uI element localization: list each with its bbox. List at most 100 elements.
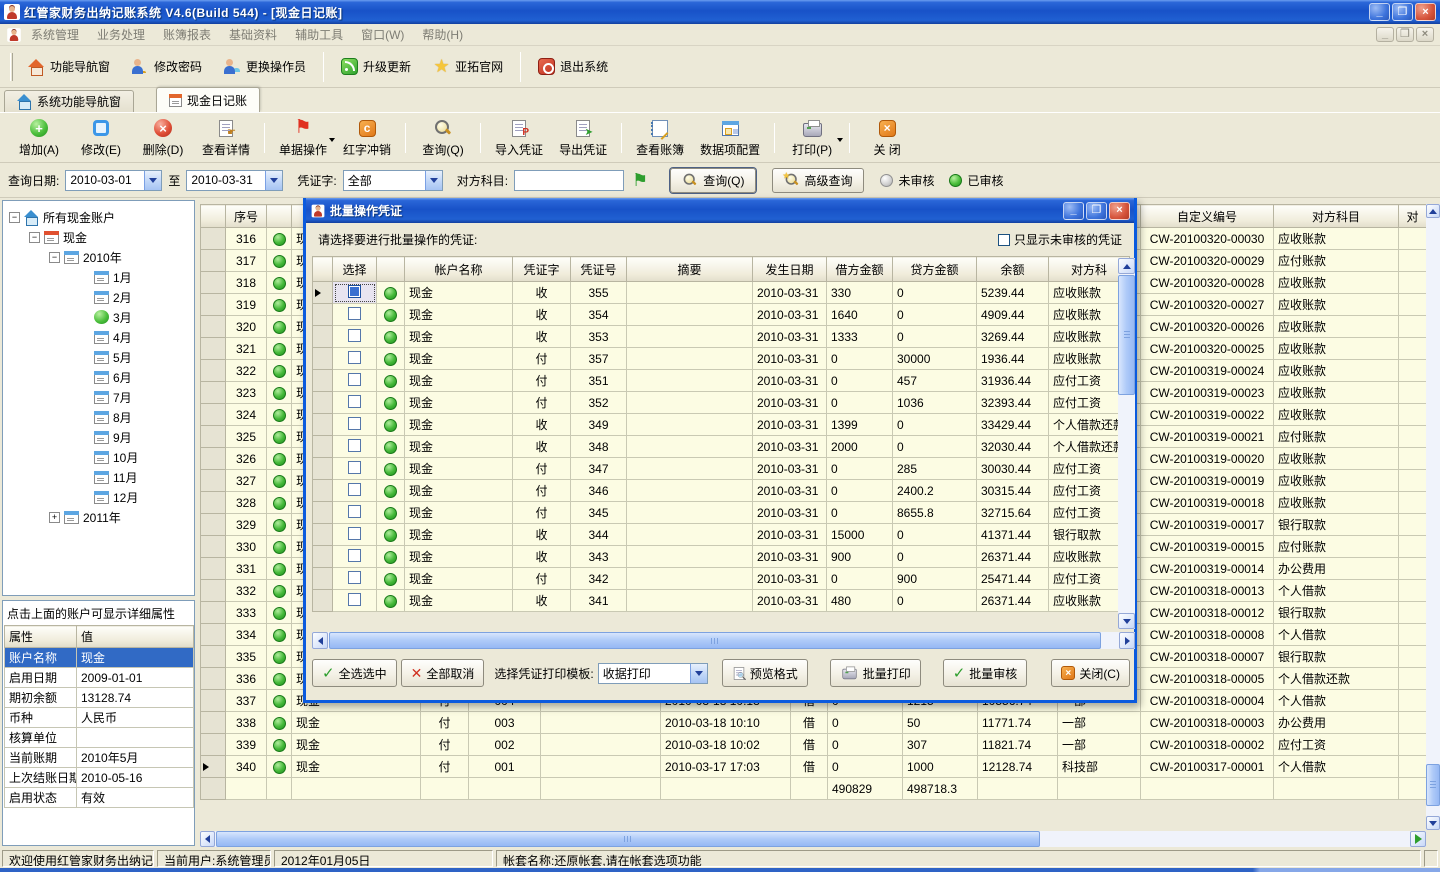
row-checkbox[interactable] [348,373,361,386]
hscroll-thumb[interactable] [216,831,1040,847]
deselect-all-button[interactable]: ✕ 全部取消 [401,659,485,687]
row-checkbox[interactable] [348,329,361,342]
mdi-minimize-button[interactable]: _ [1376,27,1394,42]
date-from-select[interactable]: 2010-03-01 [65,170,162,191]
row-checkbox[interactable] [348,571,361,584]
chevron-down-icon[interactable] [425,171,442,190]
mdi-close-button[interactable]: × [1416,27,1434,42]
voucher-row[interactable]: 现金 付 342 2010-03-31 0 900 25471.44 应付工资 [313,568,1130,590]
tree-item[interactable]: 7月 [3,387,194,407]
voucher-row[interactable]: 现金 收 344 2010-03-31 15000 0 41371.44 银行取… [313,524,1130,546]
property-row[interactable]: 期初余额 13128.74 [5,688,194,708]
menu-item[interactable]: 账簿报表 [154,24,220,45]
flag-icon[interactable]: ⚑ [632,172,648,188]
tree-item[interactable]: 12月 [3,487,194,507]
row-checkbox[interactable] [348,395,361,408]
scroll-up-icon[interactable] [1426,204,1440,218]
add-button[interactable]: + 增加(A) [8,115,70,161]
exit-system-button[interactable]: 退出系统 [527,50,619,84]
menu-item[interactable]: 辅助工具 [286,24,352,45]
delete-button[interactable]: × 删除(D) [132,115,194,161]
tree-item[interactable]: 现金 [3,227,194,247]
row-checkbox[interactable] [348,307,361,320]
scroll-up-icon[interactable] [1118,258,1135,274]
voucher-row[interactable]: 现金 收 348 2010-03-31 2000 0 32030.44 个人借款… [313,436,1130,458]
show-unaudited-checkbox[interactable]: 只显示未审核的凭证 [998,231,1122,248]
journal-row[interactable]: 338 现金 付 003 2010-03-18 10:10 借 0 50 117… [201,712,1427,734]
tree-expander[interactable] [49,252,60,263]
tree-item[interactable]: 10月 [3,447,194,467]
vscroll-thumb[interactable] [1426,764,1440,806]
dialog-title-bar[interactable]: 批量操作凭证 _ ❐ × [306,198,1134,223]
dialog-close-button[interactable]: × [1109,202,1130,220]
nav-window-button[interactable]: 功能导航窗 [17,50,121,84]
row-checkbox[interactable] [348,549,361,562]
journal-vscrollbar[interactable] [1426,204,1440,830]
edit-button[interactable]: 修改(E) [70,115,132,161]
print-button[interactable]: 打印(P) [781,115,843,161]
view-detail-button[interactable]: ☛ 查看详情 [194,115,258,161]
advanced-query-button[interactable]: ★ 高级查询 [772,168,864,193]
scroll-right-green-icon[interactable] [1410,831,1426,847]
voucher-row[interactable]: 现金 收 341 2010-03-31 480 0 26371.44 应收账款 [313,590,1130,612]
tree-item[interactable]: 2010年 [3,247,194,267]
menu-item[interactable]: 业务处理 [88,24,154,45]
row-checkbox[interactable] [348,505,361,518]
dialog-close-action-button[interactable]: × 关闭(C) [1051,659,1130,687]
voucher-row[interactable]: 现金 付 345 2010-03-31 0 8655.8 32715.64 应付… [313,502,1130,524]
mdi-restore-button[interactable]: ❐ [1396,27,1414,42]
voucher-row[interactable]: 现金 付 347 2010-03-31 0 285 30030.44 应付工资 [313,458,1130,480]
import-voucher-button[interactable]: P 导入凭证 [487,115,551,161]
property-row[interactable]: 核算单位 [5,728,194,748]
tree-item[interactable]: 5月 [3,347,194,367]
row-checkbox[interactable] [348,439,361,452]
print-template-select[interactable]: 收据打印 [598,663,708,684]
property-row[interactable]: 启用状态 有效 [5,788,194,808]
minimize-button[interactable]: _ [1369,3,1390,21]
row-checkbox[interactable] [348,351,361,364]
journal-hscrollbar[interactable] [200,831,1426,847]
menu-item[interactable]: 系统管理 [22,24,88,45]
tree-item[interactable]: 11月 [3,467,194,487]
voucher-type-select[interactable]: 全部 [343,170,443,191]
website-button[interactable]: ★ 亚拓官网 [422,50,514,84]
date-to-select[interactable]: 2010-03-31 [186,170,283,191]
voucher-row[interactable]: 现金 收 355 2010-03-31 330 0 5239.44 应收账款 [313,282,1130,304]
select-all-button[interactable]: ✓ 全选选中 [312,659,397,687]
voucher-row[interactable]: 现金 收 353 2010-03-31 1333 0 3269.44 应收账款 [313,326,1130,348]
dialog-vscrollbar[interactable] [1118,258,1135,629]
chevron-down-icon[interactable] [690,664,707,683]
dialog-maximize-button[interactable]: ❐ [1086,202,1107,220]
tree-item[interactable]: 6月 [3,367,194,387]
close-tab-button[interactable]: × 关 闭 [856,115,918,161]
voucher-row[interactable]: 现金 付 351 2010-03-31 0 457 31936.44 应付工资 [313,370,1130,392]
tree-expander[interactable] [49,512,60,523]
row-checkbox[interactable] [348,593,361,606]
query-submit-button[interactable]: 查询(Q) [670,168,755,193]
restore-button[interactable]: ❐ [1392,3,1413,21]
row-checkbox[interactable] [348,483,361,496]
chevron-down-icon[interactable] [144,171,161,190]
checkbox-icon[interactable] [998,234,1010,246]
row-checkbox[interactable] [348,417,361,430]
hscroll-thumb[interactable] [329,632,1101,649]
tree-item[interactable]: 8月 [3,407,194,427]
property-row[interactable]: 当前账期 2010年5月 [5,748,194,768]
vscroll-thumb[interactable] [1118,275,1135,395]
menu-item[interactable]: 窗口(W) [352,24,413,45]
batch-print-button[interactable]: 批量打印 [830,659,921,687]
voucher-row[interactable]: 现金 收 343 2010-03-31 900 0 26371.44 应收账款 [313,546,1130,568]
upgrade-button[interactable]: 升级更新 [330,50,422,84]
menu-item[interactable]: 基础资料 [220,24,286,45]
voucher-row[interactable]: 现金 付 346 2010-03-31 0 2400.2 30315.44 应付… [313,480,1130,502]
tree-item[interactable]: 9月 [3,427,194,447]
journal-row[interactable]: 340 现金 付 001 2010-03-17 17:03 借 0 1000 1… [201,756,1427,778]
preview-format-button[interactable]: 🔍 预览格式 [722,659,808,687]
property-row[interactable]: 币种 人民币 [5,708,194,728]
switch-operator-button[interactable]: 更换操作员 [213,50,317,84]
data-config-button[interactable]: 数据项配置 [692,115,768,161]
property-row[interactable]: 启用日期 2009-01-01 [5,668,194,688]
tab-nav-window[interactable]: 系统功能导航窗 [4,90,134,112]
voucher-row[interactable]: 现金 付 357 2010-03-31 0 30000 1936.44 应收账款 [313,348,1130,370]
voucher-row[interactable]: 现金 收 349 2010-03-31 1399 0 33429.44 个人借款… [313,414,1130,436]
